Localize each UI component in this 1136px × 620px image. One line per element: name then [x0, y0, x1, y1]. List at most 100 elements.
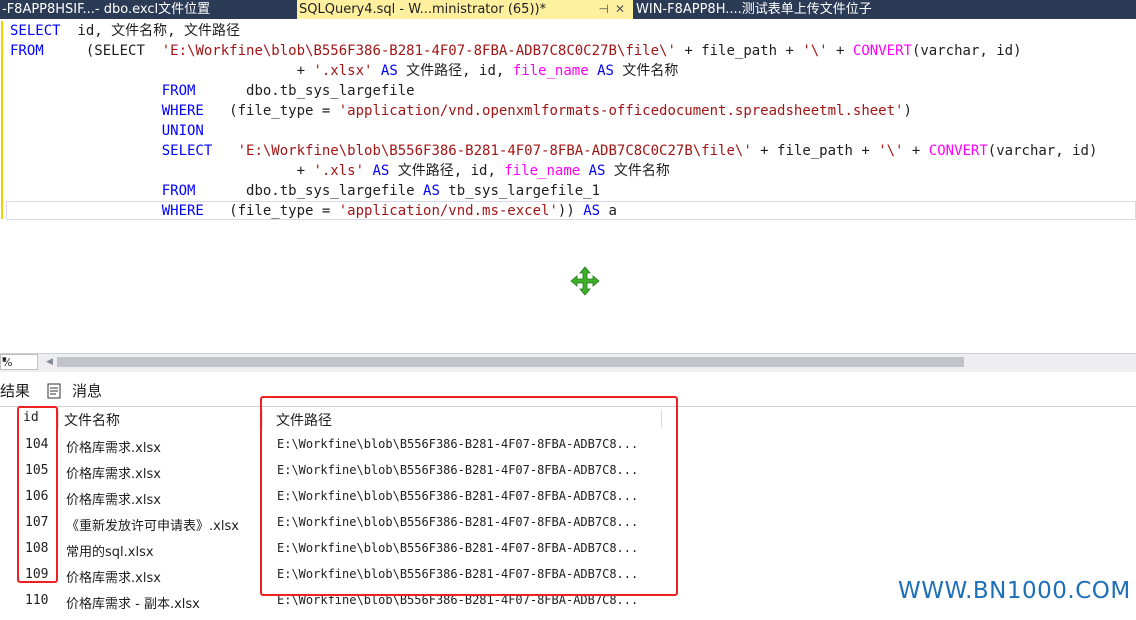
- code-token: 'application/vnd.ms-excel': [338, 203, 558, 219]
- code-token: dbo.tb_sys_largefile: [195, 183, 424, 199]
- path-column-highlight: [260, 396, 678, 596]
- code-token: FROM: [161, 183, 196, 199]
- tab-label: -F8APP8HSIF...- dbo.excl文件位置: [2, 2, 211, 17]
- code-line[interactable]: UNION: [10, 121, 204, 141]
- tab-results-label: 结果: [0, 382, 31, 400]
- code-token: UNION: [161, 123, 204, 139]
- code-token: )): [557, 203, 584, 219]
- cell-file-name[interactable]: 常用的sql.xlsx: [66, 541, 260, 560]
- tab-label: WIN-F8APP8H....测试表单上传文件位子: [636, 2, 872, 17]
- code-token: AS: [597, 63, 614, 79]
- cell-file-name[interactable]: 价格库需求 - 副本.xlsx: [66, 593, 260, 612]
- code-token: +: [10, 63, 314, 79]
- code-token: file_name: [512, 63, 589, 79]
- code-token: CONVERT: [852, 43, 912, 59]
- code-line[interactable]: FROM dbo.tb_sys_largefile AS tb_sys_larg…: [10, 181, 600, 201]
- move-cursor-icon: [570, 266, 600, 296]
- code-line[interactable]: FROM dbo.tb_sys_largefile: [10, 81, 415, 101]
- code-token: tb_sys_largefile_1: [439, 183, 601, 199]
- code-token: (varchar, id): [987, 143, 1098, 159]
- cell-file-name[interactable]: 价格库需求.xlsx: [66, 567, 260, 586]
- code-token: +: [903, 143, 929, 159]
- tab-label: SQLQuery4.sql - W...ministrator (65))*: [299, 2, 547, 17]
- code-line[interactable]: SELECT 'E:\Workfine\blob\B556F386-B281-4…: [10, 141, 1098, 161]
- tab-upload-location[interactable]: WIN-F8APP8H....测试表单上传文件位子: [634, 0, 964, 19]
- code-token: +: [827, 43, 853, 59]
- watermark: WWW.BN1000.COM: [898, 578, 1131, 604]
- code-token: 文件路径, id,: [389, 163, 505, 179]
- column-separator: [58, 410, 59, 428]
- tab-sqlquery4[interactable]: SQLQuery4.sql - W...ministrator (65))* ⊣…: [297, 0, 633, 19]
- code-token: FROM: [161, 83, 196, 99]
- code-line[interactable]: FROM (SELECT 'E:\Workfine\blob\B556F386-…: [10, 41, 1022, 61]
- code-token: AS: [372, 163, 390, 179]
- code-token: 文件名称: [613, 63, 679, 79]
- pin-icon[interactable]: ⊣: [599, 0, 609, 19]
- code-token: (file_type =: [203, 203, 339, 219]
- code-token: 文件名称: [605, 163, 670, 179]
- close-icon[interactable]: ✕: [615, 0, 625, 19]
- code-token: 'application/vnd.openxmlformats-officedo…: [338, 103, 904, 119]
- code-line[interactable]: SELECT id, 文件名称, 文件路径: [10, 21, 240, 41]
- code-line[interactable]: + '.xlsx' AS 文件路径, id, file_name AS 文件名称: [10, 61, 679, 81]
- code-token: (SELECT: [85, 43, 162, 59]
- code-token: AS: [588, 163, 606, 179]
- code-token: '\': [878, 143, 904, 159]
- messages-icon: [47, 383, 61, 399]
- code-token: SELECT: [161, 143, 213, 159]
- code-token: 'E:\Workfine\blob\B556F386-B281-4F07-8FB…: [161, 43, 676, 59]
- tab-dbo-excl[interactable]: -F8APP8HSIF...- dbo.excl文件位置: [0, 0, 296, 19]
- id-column-highlight: [17, 406, 58, 583]
- code-token: AS: [423, 183, 440, 199]
- tab-messages[interactable]: 消息: [72, 380, 102, 401]
- cell-file-name[interactable]: 价格库需求.xlsx: [66, 437, 260, 456]
- code-token: ): [903, 103, 912, 119]
- code-token: (varchar, id): [911, 43, 1022, 59]
- horizontal-scrollbar-thumb[interactable]: [57, 357, 964, 367]
- sql-editor[interactable]: SELECT id, 文件名称, 文件路径 FROM (SELECT 'E:\Wo…: [0, 19, 1136, 352]
- code-token: + file_path +: [751, 143, 879, 159]
- dropdown-arrow-icon[interactable]: ▾: [2, 355, 35, 365]
- code-token: dbo.tb_sys_largefile: [195, 83, 415, 99]
- code-token: CONVERT: [928, 143, 988, 159]
- tab-results[interactable]: 结果: [0, 380, 30, 401]
- code-token: + file_path +: [675, 43, 803, 59]
- code-token: (file_type =: [203, 103, 339, 119]
- code-token: FROM: [10, 43, 44, 59]
- cell-file-name[interactable]: 价格库需求.xlsx: [66, 463, 260, 482]
- cell-id[interactable]: 110: [25, 593, 48, 608]
- code-token: 'E:\Workfine\blob\B556F386-B281-4F07-8FB…: [237, 143, 752, 159]
- code-token: '.xlsx': [313, 63, 373, 79]
- code-token: +: [10, 163, 314, 179]
- code-token: WHERE: [161, 203, 204, 219]
- code-line[interactable]: WHERE (file_type = 'application/vnd.open…: [10, 101, 912, 121]
- code-token: 文件路径, id,: [397, 63, 513, 79]
- code-token: SELECT: [10, 23, 61, 39]
- zoom-select[interactable]: % ▾: [0, 354, 38, 370]
- cell-file-name[interactable]: 价格库需求.xlsx: [66, 489, 260, 508]
- code-token: file_name: [504, 163, 581, 179]
- tab-messages-label: 消息: [72, 382, 103, 400]
- scroll-left-arrow-icon[interactable]: ◀: [46, 357, 53, 367]
- document-tab-bar: -F8APP8HSIF...- dbo.excl文件位置 SQLQuery4.s…: [0, 0, 1136, 19]
- code-token: WHERE: [161, 103, 204, 119]
- code-token: '\': [802, 43, 828, 59]
- cell-file-name[interactable]: 《重新发放许可申请表》.xlsx: [66, 515, 260, 534]
- column-header-file-name[interactable]: 文件名称: [64, 410, 120, 430]
- code-token: AS: [583, 203, 601, 219]
- code-token: id, 文件名称, 文件路径: [60, 23, 241, 39]
- code-line[interactable]: WHERE (file_type = 'application/vnd.ms-e…: [10, 201, 617, 221]
- code-line[interactable]: + '.xls' AS 文件路径, id, file_name AS 文件名称: [10, 161, 670, 181]
- code-token: a: [600, 203, 617, 219]
